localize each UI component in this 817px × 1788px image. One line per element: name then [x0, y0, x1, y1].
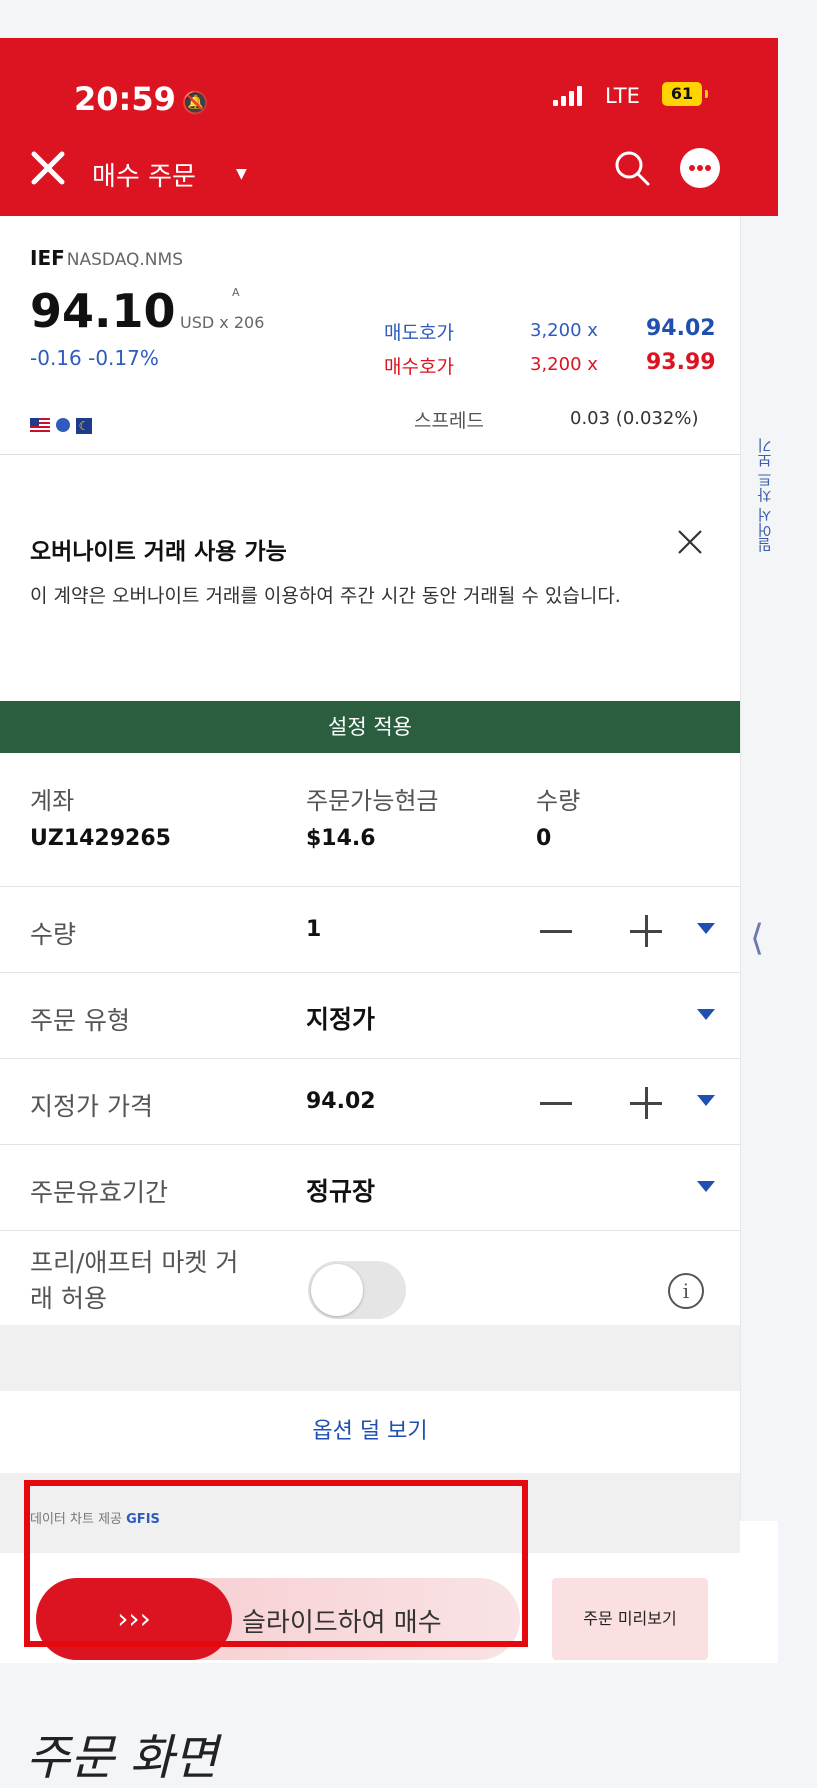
- chevron-left-icon[interactable]: ⟨: [750, 918, 764, 959]
- extended-hours-toggle[interactable]: [308, 1261, 406, 1319]
- chart-side-panel[interactable]: [740, 216, 778, 1521]
- account-label: 계좌: [30, 787, 75, 815]
- position-qty-value: 0: [536, 826, 552, 851]
- status-bar: 20:59 🔕 LTE 61: [0, 38, 778, 118]
- more-icon[interactable]: [680, 148, 720, 188]
- bid-size: 3,200 x: [530, 354, 598, 375]
- order-type-value[interactable]: 지정가: [306, 1000, 375, 1036]
- quantity-plus-button[interactable]: [630, 915, 662, 947]
- quantity-row: 수량 1: [0, 886, 740, 973]
- limit-price-label: 지정가 가격: [30, 1092, 153, 1121]
- close-icon[interactable]: [28, 148, 68, 188]
- order-type-dropdown-icon[interactable]: [697, 1009, 715, 1020]
- page-title[interactable]: 매수 주문: [92, 156, 196, 193]
- time-in-force-dropdown-icon[interactable]: [697, 1181, 715, 1192]
- available-cash-value: $14.6: [306, 826, 376, 851]
- order-type-label: 주문 유형: [30, 1006, 130, 1035]
- toggle-knob: [311, 1264, 363, 1316]
- overnight-banner-title: 오버나이트 거래 사용 가능: [30, 539, 287, 565]
- us-flag-icon: [30, 418, 50, 432]
- highlight-annotation-box: [24, 1480, 528, 1647]
- account-value[interactable]: UZ1429265: [30, 826, 171, 851]
- quantity-label: 수량: [30, 920, 77, 949]
- apply-settings-button[interactable]: 설정 적용: [0, 701, 740, 753]
- chevron-down-icon[interactable]: ▼: [236, 166, 247, 182]
- symbol: IEF NASDAQ.NMS: [30, 246, 183, 270]
- divider: [0, 454, 740, 455]
- overnight-banner-text: 이 계약은 오버나이트 거래를 이용하여 주간 시간 동안 거래될 수 있습니다…: [30, 585, 621, 607]
- extended-hours-row: 프리/애프터 마켓 거래 허용 i: [0, 1230, 740, 1326]
- quantity-input[interactable]: 1: [306, 917, 321, 942]
- market-session-icon: [56, 418, 70, 432]
- spread-value: 0.03 (0.032%): [570, 408, 699, 429]
- available-cash-label: 주문가능현금: [306, 787, 439, 815]
- exchange: NASDAQ.NMS: [66, 250, 183, 270]
- limit-price-input[interactable]: 94.02: [306, 1089, 376, 1114]
- ask-size: 3,200 x: [530, 320, 598, 341]
- limit-price-row: 지정가 가격 94.02: [0, 1058, 740, 1145]
- bid-price[interactable]: 93.99: [646, 350, 716, 375]
- limit-price-plus-button[interactable]: [630, 1087, 662, 1119]
- order-preview-button[interactable]: 주문 미리보기: [552, 1578, 708, 1660]
- caption: 주문 화면: [26, 1730, 218, 1786]
- status-time: 20:59 🔕: [74, 80, 210, 118]
- position-qty-label: 수량: [536, 787, 581, 815]
- time-in-force-label: 주문유효기간: [30, 1178, 169, 1207]
- spread-label: 스프레드: [414, 410, 484, 432]
- bell-muted-icon: 🔕: [181, 91, 210, 116]
- battery-icon: 61: [662, 82, 708, 106]
- price-change: -0.16 -0.17%: [30, 346, 159, 370]
- time-in-force-row[interactable]: 주문유효기간 정규장: [0, 1144, 740, 1231]
- side-panel-label[interactable]: 밀어서 차트 보기: [754, 438, 775, 553]
- extended-hours-label: 프리/애프터 마켓 거래 허용: [30, 1248, 239, 1313]
- limit-price-dropdown-icon[interactable]: [697, 1095, 715, 1106]
- signal-icon: [553, 86, 582, 106]
- banner-close-icon[interactable]: [676, 528, 704, 556]
- quantity-dropdown-icon[interactable]: [697, 923, 715, 934]
- limit-price-minus-button[interactable]: [540, 1102, 572, 1105]
- time-in-force-value[interactable]: 정규장: [306, 1172, 375, 1208]
- tick-marker: A: [232, 286, 240, 299]
- nav-bar: 매수 주문 ▼: [0, 118, 778, 216]
- show-less-options-link[interactable]: 옵션 덜 보기: [0, 1391, 740, 1473]
- phone-screen: 20:59 🔕 LTE 61 매수 주문 ▼ 밀어서 차트 보기 ⟨ IEF NAS…: [0, 38, 778, 1663]
- currency-size: USD x 206: [180, 313, 265, 332]
- market-icons: ☾: [30, 418, 92, 434]
- info-icon[interactable]: i: [668, 1273, 704, 1309]
- order-type-row[interactable]: 주문 유형 지정가: [0, 972, 740, 1059]
- section-spacer: [0, 1325, 740, 1391]
- network-type: LTE: [605, 84, 640, 108]
- ask-price[interactable]: 94.02: [646, 316, 716, 341]
- ask-label: 매도호가: [384, 322, 454, 344]
- overnight-moon-icon: ☾: [76, 418, 92, 434]
- search-icon[interactable]: [612, 148, 652, 188]
- quantity-minus-button[interactable]: [540, 930, 572, 933]
- bid-label: 매수호가: [384, 356, 454, 378]
- last-price: 94.10: [30, 284, 176, 338]
